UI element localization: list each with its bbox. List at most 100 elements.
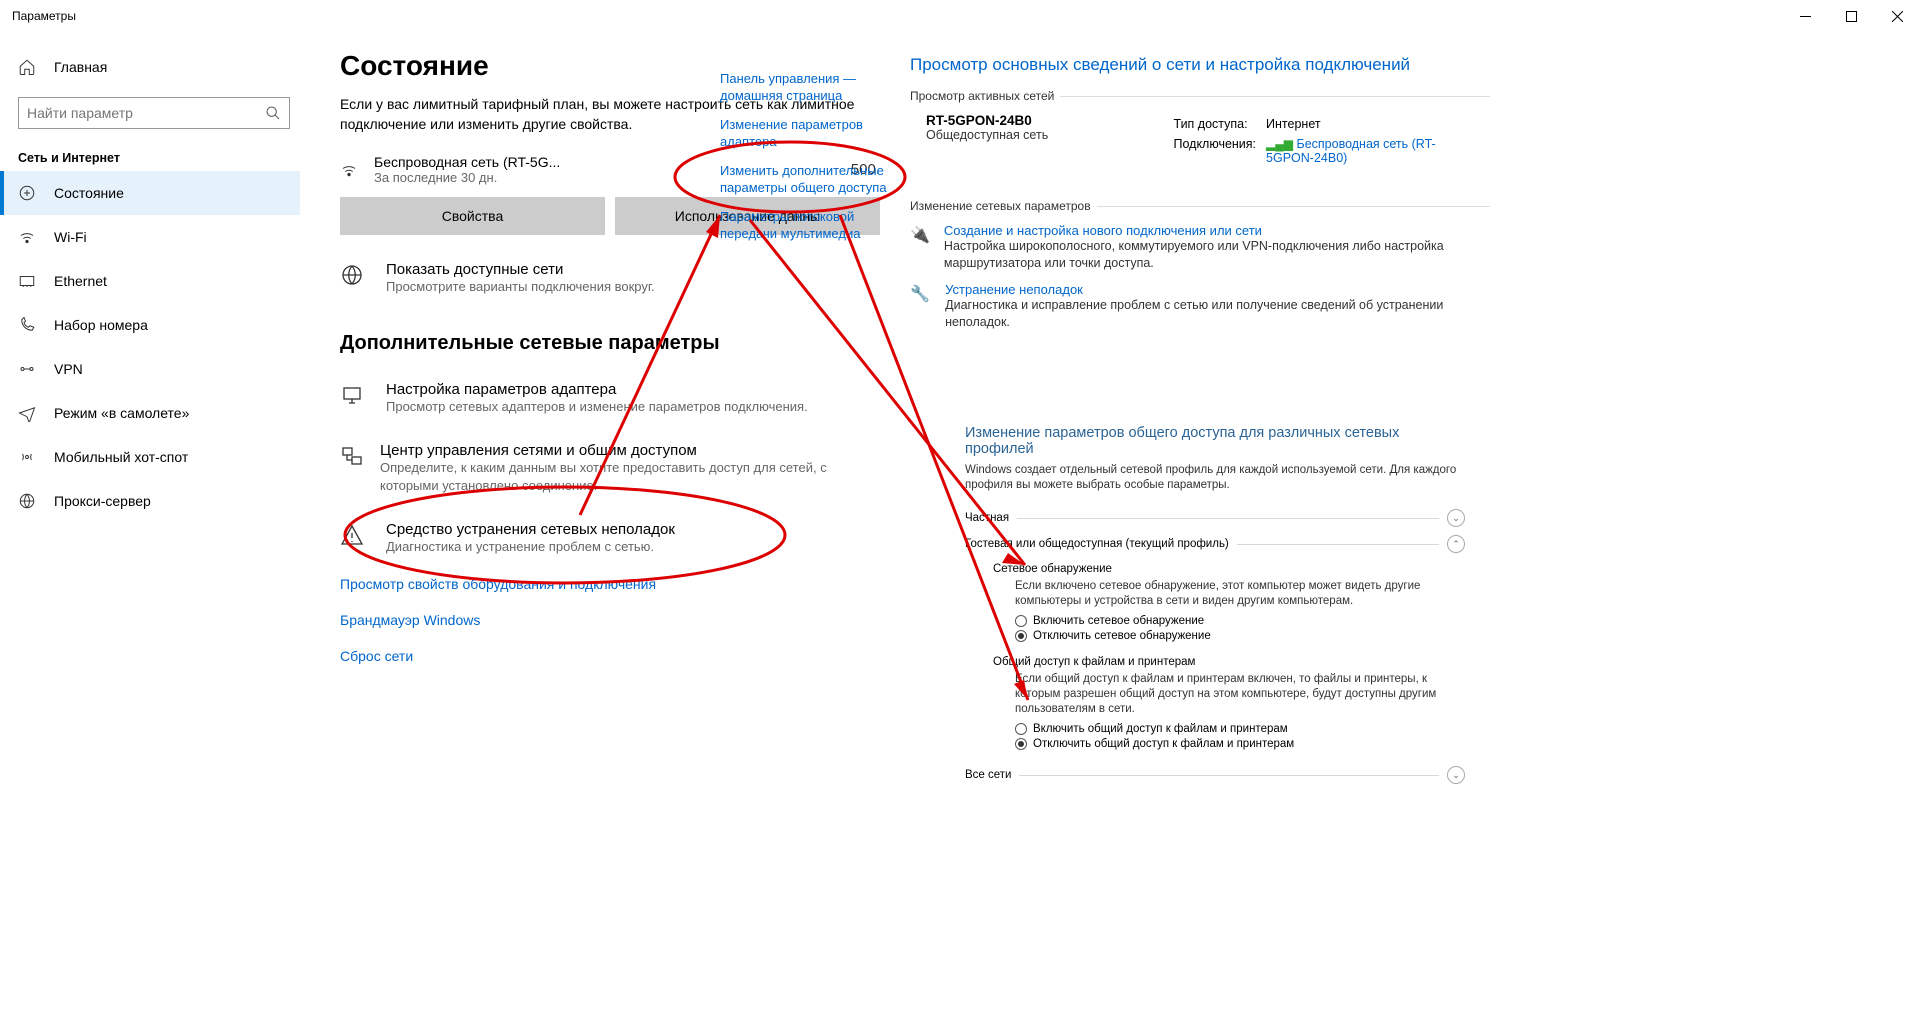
- warning-icon: [340, 521, 370, 556]
- available-networks-sub: Просмотрите варианты подключения вокруг.: [386, 278, 655, 296]
- active-networks-label: Просмотр активных сетей: [910, 89, 1054, 103]
- available-networks-item[interactable]: Показать доступные сети Просмотрите вари…: [340, 261, 880, 296]
- window-title: Параметры: [12, 9, 76, 23]
- fileshare-description: Если общий доступ к файлам и принтерам в…: [1015, 672, 1465, 717]
- sidebar-item-label: VPN: [54, 361, 83, 377]
- maximize-button[interactable]: [1828, 0, 1874, 32]
- chevron-up-icon: ⌃: [1447, 535, 1465, 553]
- control-panel-links: Панель управления — домашняя страница Из…: [720, 70, 890, 254]
- network-center-title: Просмотр основных сведений о сети и наст…: [910, 55, 1490, 75]
- new-connection-title: Создание и настройка нового подключения …: [944, 223, 1490, 238]
- hotspot-icon: [18, 448, 36, 466]
- profile-private-header[interactable]: Частная ⌄: [965, 505, 1465, 531]
- sidebar-item-label: Wi-Fi: [54, 229, 87, 245]
- new-connection-item[interactable]: 🔌 Создание и настройка нового подключени…: [910, 223, 1490, 272]
- profile-all-header[interactable]: Все сети ⌄: [965, 762, 1465, 788]
- chevron-down-icon: ⌄: [1447, 766, 1465, 784]
- hardware-properties-link[interactable]: Просмотр свойств оборудования и подключе…: [340, 576, 880, 592]
- search-icon: [265, 105, 281, 121]
- sidebar-item-vpn[interactable]: VPN: [0, 347, 300, 391]
- adapter-settings-item[interactable]: Настройка параметров адаптера Просмотр с…: [340, 381, 880, 416]
- fileshare-off-label: Отключить общий доступ к файлам и принте…: [1033, 738, 1294, 750]
- vpn-icon: [18, 360, 36, 378]
- sidebar-item-label: Мобильный хот-спот: [54, 449, 188, 465]
- dialup-icon: [18, 316, 36, 334]
- sidebar-item-proxy[interactable]: Прокси-сервер: [0, 479, 300, 523]
- sidebar-item-hotspot[interactable]: Мобильный хот-спот: [0, 435, 300, 479]
- troubleshoot-item[interactable]: 🔧 Устранение неполадок Диагностика и исп…: [910, 282, 1490, 331]
- titlebar: Параметры: [0, 0, 1920, 32]
- sidebar-item-dialup[interactable]: Набор номера: [0, 303, 300, 347]
- cp-sharing-link[interactable]: Изменить дополнительные параметры общего…: [720, 162, 890, 196]
- fileshare-on-radio[interactable]: Включить общий доступ к файлам и принтер…: [1015, 723, 1465, 735]
- adapter-settings-title: Настройка параметров адаптера: [386, 381, 808, 398]
- sidebar-item-label: Прокси-сервер: [54, 493, 151, 509]
- adapter-icon: [340, 381, 370, 416]
- advanced-heading: Дополнительные сетевые параметры: [340, 332, 880, 355]
- fileshare-on-label: Включить общий доступ к файлам и принтер…: [1033, 723, 1288, 735]
- profile-guest-label: Гостевая или общедоступная (текущий проф…: [965, 538, 1229, 550]
- wifi-icon: [18, 228, 36, 246]
- cp-home-link[interactable]: Панель управления — домашняя страница: [720, 70, 890, 104]
- radio-checked-icon: [1015, 738, 1027, 750]
- discovery-on-radio[interactable]: Включить сетевое обнаружение: [1015, 615, 1465, 627]
- active-network-name: RT-5GPON-24B0: [926, 113, 1171, 128]
- discovery-off-label: Отключить сетевое обнаружение: [1033, 630, 1211, 642]
- sidebar-item-wifi[interactable]: Wi-Fi: [0, 215, 300, 259]
- discovery-description: Если включено сетевое обнаружение, этот …: [1015, 579, 1465, 609]
- sidebar-item-airplane[interactable]: Режим «в самолете»: [0, 391, 300, 435]
- new-connection-sub: Настройка широкополосного, коммутируемог…: [944, 238, 1490, 272]
- cp-streaming-link[interactable]: Параметры потоковой передачи мультимедиа: [720, 208, 890, 242]
- home-label: Главная: [54, 59, 107, 75]
- radio-icon: [1015, 615, 1027, 627]
- sidebar-item-label: Ethernet: [54, 273, 107, 289]
- radio-icon: [1015, 723, 1027, 735]
- close-button[interactable]: [1874, 0, 1920, 32]
- firewall-link[interactable]: Брандмауэр Windows: [340, 612, 880, 628]
- troubleshooter-item[interactable]: Средство устранения сетевых неполадок Ди…: [340, 521, 880, 556]
- profile-private-label: Частная: [965, 512, 1009, 524]
- discovery-on-label: Включить сетевое обнаружение: [1033, 615, 1204, 627]
- sharing-center-icon: [340, 442, 364, 495]
- sidebar-item-label: Набор номера: [54, 317, 148, 333]
- sidebar-item-ethernet[interactable]: Ethernet: [0, 259, 300, 303]
- radio-checked-icon: [1015, 630, 1027, 642]
- properties-button[interactable]: Свойства: [340, 197, 605, 235]
- troubleshoot-icon: 🔧: [910, 282, 931, 331]
- available-networks-title: Показать доступные сети: [386, 261, 655, 278]
- network-reset-link[interactable]: Сброс сети: [340, 648, 880, 664]
- globe-icon: [340, 261, 370, 296]
- cp-adapter-link[interactable]: Изменение параметров адаптера: [720, 116, 890, 150]
- sidebar: Главная Сеть и Интернет Состояние Wi-Fi …: [0, 45, 300, 523]
- fileshare-heading: Общий доступ к файлам и принтерам: [993, 656, 1465, 668]
- troubleshooter-sub: Диагностика и устранение проблем с сетью…: [386, 538, 675, 556]
- sidebar-section-title: Сеть и Интернет: [18, 151, 300, 165]
- sidebar-item-label: Состояние: [54, 185, 124, 201]
- home-button[interactable]: Главная: [18, 45, 300, 89]
- search-box[interactable]: [18, 97, 290, 129]
- profile-guest-header[interactable]: Гостевая или общедоступная (текущий проф…: [965, 531, 1465, 557]
- network-center-title: Центр управления сетями и общим доступом: [380, 442, 880, 459]
- wifi-name: Беспроводная сеть (RT-5G...: [374, 154, 560, 170]
- profile-all-label: Все сети: [965, 769, 1011, 781]
- access-type-label: Тип доступа:: [1173, 115, 1264, 133]
- network-center-pane: Просмотр основных сведений о сети и наст…: [910, 55, 1490, 331]
- ethernet-icon: [18, 272, 36, 290]
- sidebar-item-status[interactable]: Состояние: [0, 171, 300, 215]
- fileshare-off-radio[interactable]: Отключить общий доступ к файлам и принте…: [1015, 738, 1465, 750]
- search-input[interactable]: [27, 105, 265, 121]
- network-center-item[interactable]: Центр управления сетями и общим доступом…: [340, 442, 880, 495]
- troubleshoot-title: Устранение неполадок: [945, 282, 1490, 297]
- sidebar-item-label: Режим «в самолете»: [54, 405, 189, 421]
- active-network-type: Общедоступная сеть: [926, 128, 1171, 142]
- discovery-off-radio[interactable]: Отключить сетевое обнаружение: [1015, 630, 1465, 642]
- sharing-subtext: Windows создает отдельный сетевой профил…: [965, 463, 1465, 493]
- minimize-button[interactable]: [1782, 0, 1828, 32]
- change-settings-label: Изменение сетевых параметров: [910, 199, 1091, 213]
- adapter-settings-sub: Просмотр сетевых адаптеров и изменение п…: [386, 398, 808, 416]
- home-icon: [18, 58, 36, 76]
- airplane-icon: [18, 404, 36, 422]
- troubleshoot-sub: Диагностика и исправление проблем с сеть…: [945, 297, 1490, 331]
- status-icon: [18, 184, 36, 202]
- new-connection-icon: 🔌: [910, 223, 930, 272]
